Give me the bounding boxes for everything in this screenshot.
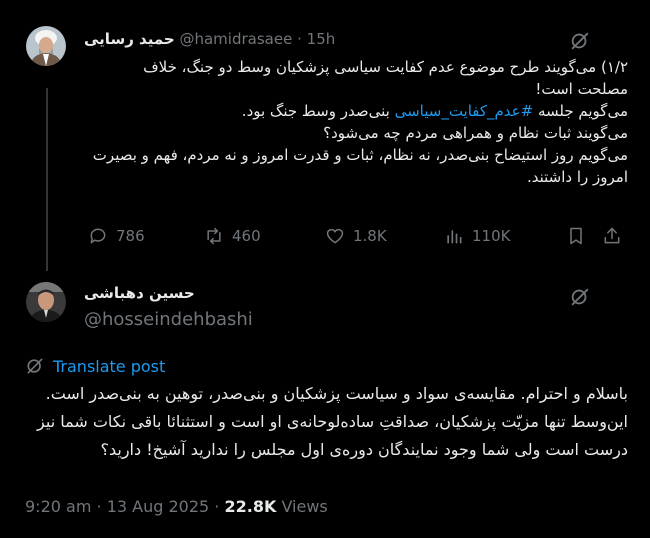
quoted-post-text: ۱/۲) می‌گویند طرح موضوع عدم کفایت سیاسی … [88, 56, 628, 188]
main-author-name[interactable]: حسین دهباشی [84, 284, 195, 302]
grok-icon[interactable] [569, 286, 591, 308]
post-metadata: 9:20 am · 13 Aug 2025 · 22.8K Views [25, 497, 328, 516]
main-post-text: باسلام و احترام. مقایسه‌ی سواد و سیاست پ… [37, 384, 628, 459]
quoted-post-time[interactable]: 15h [307, 30, 336, 48]
like-count: 1.8K [353, 227, 387, 245]
share-button[interactable] [602, 226, 622, 246]
quoted-author-avatar[interactable] [26, 26, 66, 66]
heart-icon [325, 226, 345, 246]
post-date[interactable]: 13 Aug 2025 [107, 497, 210, 516]
translate-label: Translate post [53, 356, 166, 376]
analytics-icon [444, 226, 464, 246]
main-author-avatar[interactable] [26, 282, 66, 322]
quoted-time-separator: · [297, 30, 302, 48]
translate-post-link[interactable]: Translate post [25, 356, 165, 376]
bookmark-icon [566, 226, 586, 246]
post-time[interactable]: 9:20 am [25, 497, 91, 516]
post-views-label: Views [281, 497, 328, 516]
translate-icon [25, 356, 45, 376]
quoted-post-header: حمید رسایی @hamidrasaee · 15h [84, 30, 335, 48]
hashtag-link[interactable]: #عدم_کفایت_سیاسی [395, 102, 534, 120]
bookmark-button[interactable] [566, 226, 586, 246]
views-separator: · [214, 497, 220, 516]
grok-icon[interactable] [569, 30, 591, 52]
repost-count: 460 [232, 227, 261, 245]
main-author-handle[interactable]: @hosseindehbashi [84, 309, 253, 330]
repost-button[interactable]: 460 [204, 226, 261, 246]
post-views-count: 22.8K [224, 497, 277, 516]
quoted-author-handle[interactable]: @hamidrasaee [179, 30, 292, 48]
share-icon [602, 226, 622, 246]
quoted-author-name[interactable]: حمید رسایی [84, 30, 175, 48]
like-button[interactable]: 1.8K [325, 226, 387, 246]
thread-connector-line [46, 88, 48, 271]
reply-count: 786 [116, 227, 145, 245]
views-button[interactable]: 110K [444, 226, 510, 246]
reply-icon [88, 226, 108, 246]
reply-button[interactable]: 786 [88, 226, 145, 246]
views-count: 110K [472, 227, 511, 245]
repost-icon [204, 226, 224, 246]
date-separator: · [96, 497, 102, 516]
